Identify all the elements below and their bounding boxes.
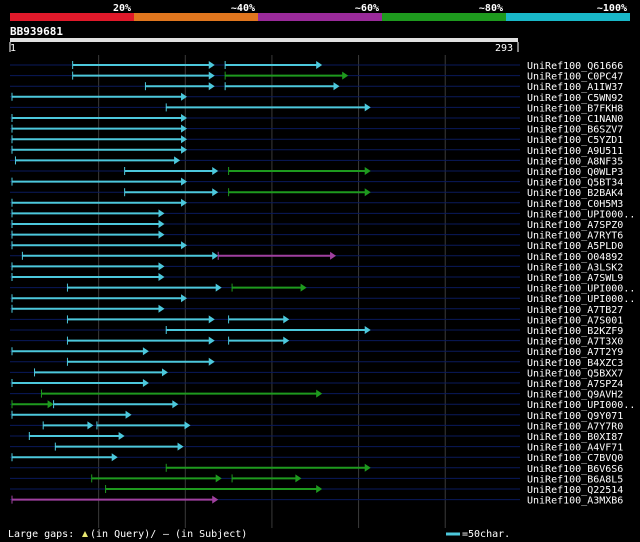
legend-band-3 xyxy=(258,13,382,21)
hit-label[interactable]: UniRef100_B6SZV7 xyxy=(527,125,623,136)
hit-label[interactable]: UniRef100_C0PC47 xyxy=(527,72,623,83)
hit-label[interactable]: UniRef100_A7S001 xyxy=(527,315,623,326)
scale-legend-label: =50char. xyxy=(462,529,510,540)
hit-label[interactable]: UniRef100_A7RYT6 xyxy=(527,231,623,242)
hit-label[interactable]: UniRef100_B6A8L5 xyxy=(527,474,623,485)
hit-label[interactable]: UniRef100_A3LSK2 xyxy=(527,262,623,273)
hit-label[interactable]: UniRef100_B2BAK4 xyxy=(527,188,623,199)
hit-label[interactable]: UniRef100_A7TB27 xyxy=(527,305,623,316)
hit-label[interactable]: UniRef100_UPI000.. xyxy=(527,284,635,295)
query-id: BB939681 xyxy=(10,25,63,38)
hit-label[interactable]: UniRef100_B6V6S6 xyxy=(527,464,623,475)
in-query-label: (in Query)/ xyxy=(90,529,156,540)
hit-label[interactable]: UniRef100_C5YZD1 xyxy=(527,135,623,146)
query-end-label: 293 xyxy=(495,43,513,54)
hit-label[interactable]: UniRef100_Q0WLP3 xyxy=(527,167,623,178)
hit-label[interactable]: UniRef100_O04892 xyxy=(527,252,623,263)
legend-band-1 xyxy=(10,13,134,21)
hit-label[interactable]: UniRef100_Q5BT34 xyxy=(527,178,623,189)
in-subject-label: – (in Subject) xyxy=(163,529,247,540)
hit-label[interactable]: UniRef100_UPI000.. xyxy=(527,294,635,305)
hit-label[interactable]: UniRef100_A1IW37 xyxy=(527,82,623,93)
hit-label[interactable]: UniRef100_B7FKH8 xyxy=(527,103,623,114)
hit-label[interactable]: UniRef100_A7SPZ4 xyxy=(527,379,623,390)
hit-label[interactable]: UniRef100_Q61666 xyxy=(527,61,623,72)
hit-label[interactable]: UniRef100_A9U511 xyxy=(527,146,623,157)
query-start-label: 1 xyxy=(10,43,16,54)
legend-band-label: ~40% xyxy=(231,3,255,14)
hit-label[interactable]: UniRef100_A7Y7R0 xyxy=(527,421,623,432)
hit-label[interactable]: UniRef100_A4VF71 xyxy=(527,443,623,454)
hit-label[interactable]: UniRef100_Q22514 xyxy=(527,485,623,496)
legend-band-2 xyxy=(134,13,258,21)
legend-band-5 xyxy=(506,13,630,21)
hit-label[interactable]: UniRef100_UPI000.. xyxy=(527,209,635,220)
hit-label[interactable]: UniRef100_A7SWL9 xyxy=(527,273,623,284)
hit-label[interactable]: UniRef100_Q9Y071 xyxy=(527,411,623,422)
hit-label[interactable]: UniRef100_C0H5M3 xyxy=(527,199,623,210)
hit-label[interactable]: UniRef100_A5PLD0 xyxy=(527,241,623,252)
legend-band-4 xyxy=(382,13,506,21)
legend-band-label: 20% xyxy=(113,3,131,14)
hit-label[interactable]: UniRef100_B2KZF9 xyxy=(527,326,623,337)
alignment-overview: 20% ~40% ~60% ~80% ~100% BB939681 1 293 UniR… xyxy=(0,0,640,542)
hit-label[interactable]: UniRef100_UPI000.. xyxy=(527,400,635,411)
hit-label[interactable]: UniRef100_B4XZC3 xyxy=(527,358,623,369)
hit-label[interactable]: UniRef100_C1NAN0 xyxy=(527,114,623,125)
legend-band-label: ~80% xyxy=(479,3,503,14)
hit-label[interactable]: UniRef100_A8NF35 xyxy=(527,156,623,167)
hit-label[interactable]: UniRef100_A7SPZ0 xyxy=(527,220,623,231)
hit-label[interactable]: UniRef100_A7T3X0 xyxy=(527,337,623,348)
gaps-label: Large gaps: xyxy=(8,529,74,540)
hit-label[interactable]: UniRef100_Q5BXX7 xyxy=(527,368,623,379)
legend-band-label: ~100% xyxy=(597,3,627,14)
hit-label[interactable]: UniRef100_Q9AVH2 xyxy=(527,390,623,401)
hit-label[interactable]: UniRef100_C7BVQ0 xyxy=(527,453,623,464)
hit-label[interactable]: UniRef100_A7T2Y9 xyxy=(527,347,623,358)
hit-label[interactable]: UniRef100_A3MXB6 xyxy=(527,496,623,507)
hit-label[interactable]: UniRef100_B0XI87 xyxy=(527,432,623,443)
hit-label[interactable]: UniRef100_C5WN92 xyxy=(527,93,623,104)
legend-band-label: ~60% xyxy=(355,3,379,14)
query-scale-bar xyxy=(10,38,518,42)
